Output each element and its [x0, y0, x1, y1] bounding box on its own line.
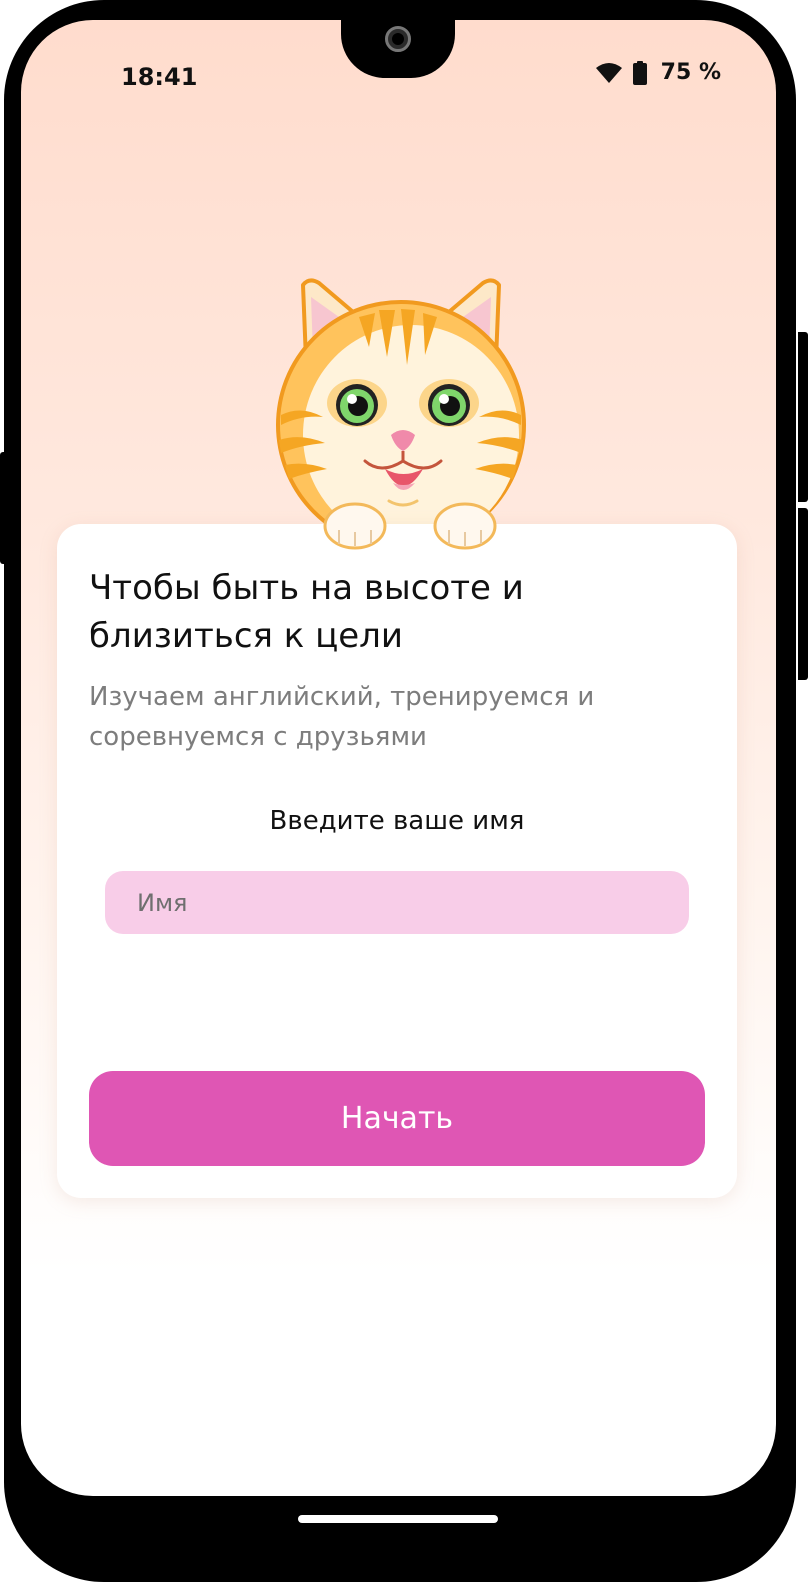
name-input[interactable] [105, 871, 689, 934]
app-screen: 18:41 75 % Чтобы быть на высоте и близит… [21, 20, 776, 1496]
cat-paws-icon [323, 502, 497, 550]
battery-icon [632, 60, 647, 85]
welcome-card: Чтобы быть на высоте и близиться к цели … [57, 524, 737, 1198]
phone-frame: 18:41 75 % Чтобы быть на высоте и близит… [4, 0, 796, 1582]
page-subtitle: Изучаем английский, тренируемся и соревн… [89, 682, 595, 752]
home-indicator[interactable] [298, 1515, 498, 1523]
name-label: Введите ваше имя [269, 806, 525, 836]
side-button-upper [798, 332, 808, 502]
page-title: Чтобы быть на высоте и близиться к цели [89, 568, 524, 656]
side-button-lower [798, 508, 808, 680]
wifi-icon [595, 62, 622, 83]
status-icons: 75 % [595, 60, 721, 85]
front-camera-icon [385, 26, 411, 52]
notch [341, 20, 455, 78]
status-time: 18:41 [121, 63, 198, 91]
battery-percentage: 75 % [660, 60, 721, 85]
start-button[interactable]: Начать [89, 1071, 705, 1166]
